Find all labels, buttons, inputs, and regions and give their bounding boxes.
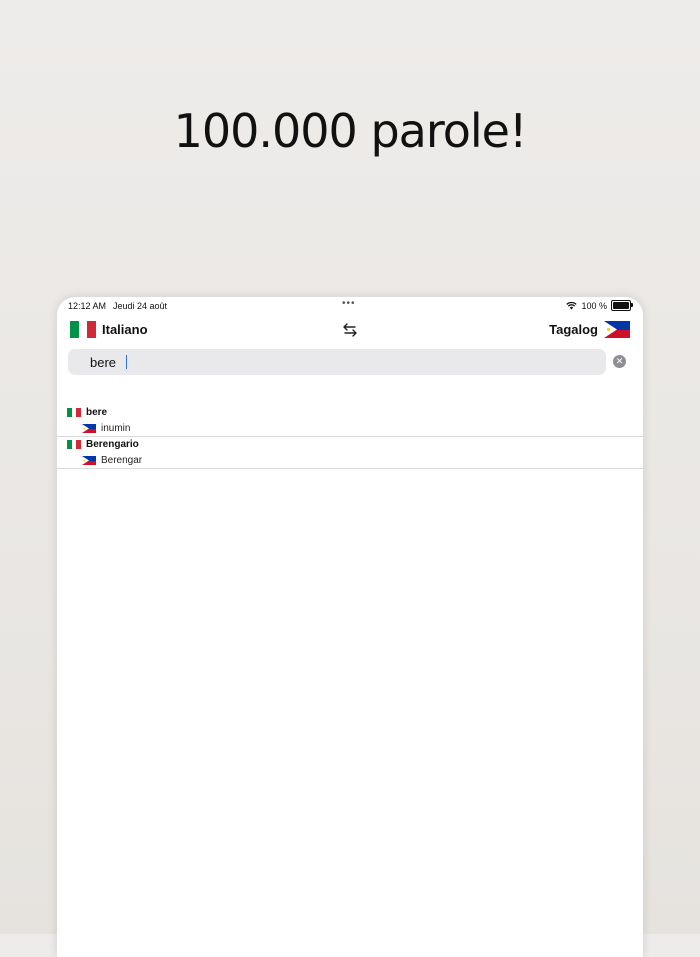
philippines-flag-icon bbox=[604, 321, 630, 338]
result-word: bere bbox=[86, 407, 108, 418]
battery-percent: 100 % bbox=[581, 300, 607, 311]
source-language-button[interactable]: Italiano bbox=[70, 321, 148, 338]
status-date: Jeudi 24 août bbox=[113, 301, 168, 311]
wifi-icon bbox=[566, 301, 578, 310]
clear-icon[interactable]: ✕ bbox=[613, 355, 626, 368]
result-translation: inumin bbox=[101, 423, 131, 434]
flag-triangle bbox=[82, 424, 89, 433]
italy-flag-icon bbox=[67, 408, 81, 417]
flag-triangle bbox=[604, 321, 617, 338]
results-list: bere inumin Berengario Berengar bbox=[57, 405, 643, 469]
list-item[interactable]: bere inumin bbox=[57, 405, 643, 437]
battery-fill bbox=[613, 302, 629, 309]
battery-icon bbox=[611, 300, 633, 311]
result-word-row: bere bbox=[67, 407, 107, 418]
nav-bar: Italiano Tagalog bbox=[57, 319, 643, 343]
search-bar[interactable] bbox=[68, 349, 606, 375]
result-translation: Berengar bbox=[101, 455, 143, 466]
text-caret bbox=[126, 355, 127, 369]
search-input[interactable] bbox=[90, 353, 590, 371]
flag-triangle bbox=[82, 456, 89, 465]
italy-flag-icon bbox=[70, 321, 96, 338]
result-translation-row: inumin bbox=[82, 423, 130, 434]
battery-tip bbox=[631, 303, 633, 307]
result-word-row: Berengario bbox=[67, 439, 139, 450]
result-translation-row: Berengar bbox=[82, 455, 142, 466]
italy-flag-icon bbox=[67, 440, 81, 449]
flag-stripe-white bbox=[78, 321, 88, 338]
philippines-flag-icon bbox=[82, 456, 96, 465]
ipad-screen: 12:12 AM Jeudi 24 août ••• 100 % Italian… bbox=[57, 297, 643, 957]
status-bar: 12:12 AM Jeudi 24 août ••• 100 % bbox=[57, 297, 643, 315]
list-item[interactable]: Berengario Berengar bbox=[57, 437, 643, 469]
flag-stripe-green bbox=[70, 321, 79, 338]
result-word: Berengario bbox=[86, 439, 139, 450]
source-language-label: Italiano bbox=[102, 322, 148, 337]
flag-stripe-red bbox=[87, 321, 96, 338]
philippines-flag-icon bbox=[82, 424, 96, 433]
multitasking-dots-icon[interactable]: ••• bbox=[342, 298, 356, 309]
target-language-button[interactable]: Tagalog bbox=[549, 321, 630, 338]
flag-stripe-red bbox=[76, 440, 81, 449]
target-language-label: Tagalog bbox=[549, 322, 598, 337]
status-time: 12:12 AM bbox=[68, 301, 107, 311]
swap-arrows-icon[interactable] bbox=[342, 321, 358, 339]
flag-stripe-red bbox=[76, 408, 81, 417]
page-headline: 100.000 parole! bbox=[173, 104, 528, 158]
status-right: 100 % bbox=[566, 300, 633, 311]
